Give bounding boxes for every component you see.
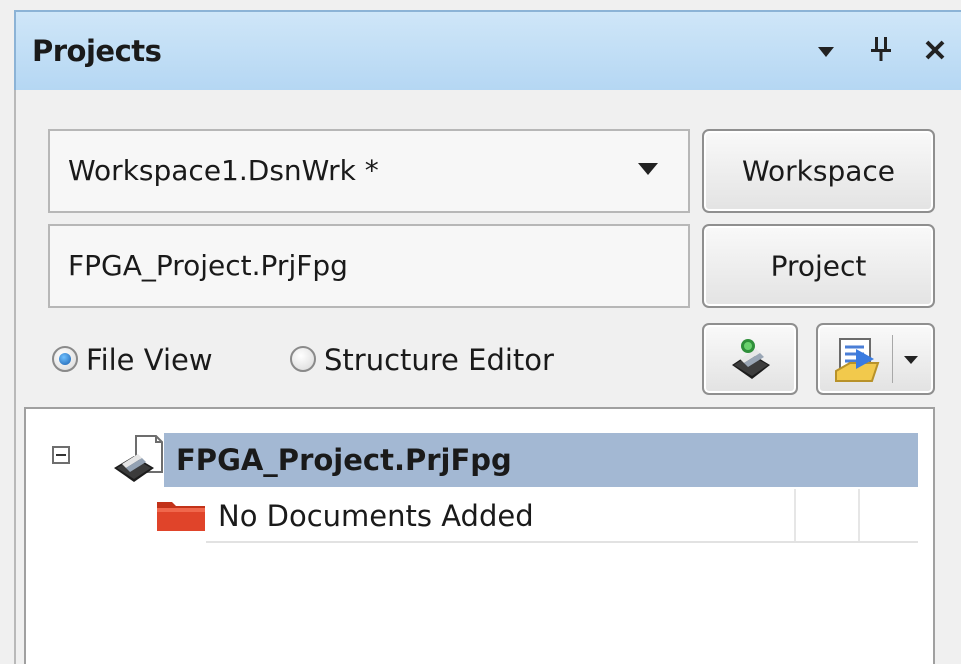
workspace-combobox[interactable]: Workspace1.DsnWrk *: [48, 129, 690, 213]
split-separator: [892, 335, 893, 383]
folder-icon: [157, 502, 205, 531]
panel-titlebar: Projects: [14, 10, 961, 90]
chevron-down-icon[interactable]: [638, 163, 658, 175]
structure-editor-label[interactable]: Structure Editor: [324, 343, 554, 377]
workspace-button-label: Workspace: [741, 154, 896, 188]
file-view-radio[interactable]: [52, 346, 78, 372]
workspace-button[interactable]: Workspace: [702, 129, 935, 213]
project-button[interactable]: Project: [702, 224, 935, 308]
pin-icon: [871, 37, 891, 61]
panel-title: Projects: [32, 34, 162, 68]
file-view-label[interactable]: File View: [86, 343, 213, 377]
dropdown-arrow-icon: [818, 47, 834, 57]
tree-item-no-documents-label[interactable]: No Documents Added: [218, 499, 534, 533]
project-field-value: FPGA_Project.PrjFpg: [68, 249, 348, 282]
workspace-combobox-value: Workspace1.DsnWrk *: [68, 154, 379, 187]
collapse-toggle[interactable]: [52, 446, 70, 464]
column-divider: [794, 489, 796, 541]
project-documents-icon: [835, 338, 880, 382]
compile-project-icon: [732, 339, 770, 379]
project-button-label: Project: [770, 249, 867, 283]
fpga-project-icon: [114, 435, 163, 482]
project-field[interactable]: FPGA_Project.PrjFpg: [48, 224, 690, 308]
compile-project-button[interactable]: [702, 323, 798, 395]
projects-panel: Projects Workspace1.DsnWrk * Workspace F…: [0, 0, 961, 664]
chevron-down-icon[interactable]: [904, 356, 918, 364]
close-icon: [925, 40, 945, 60]
column-divider: [858, 489, 860, 541]
project-documents-button[interactable]: [816, 323, 935, 395]
structure-editor-radio[interactable]: [290, 346, 316, 372]
tree-item-project-label[interactable]: FPGA_Project.PrjFpg: [176, 443, 512, 477]
